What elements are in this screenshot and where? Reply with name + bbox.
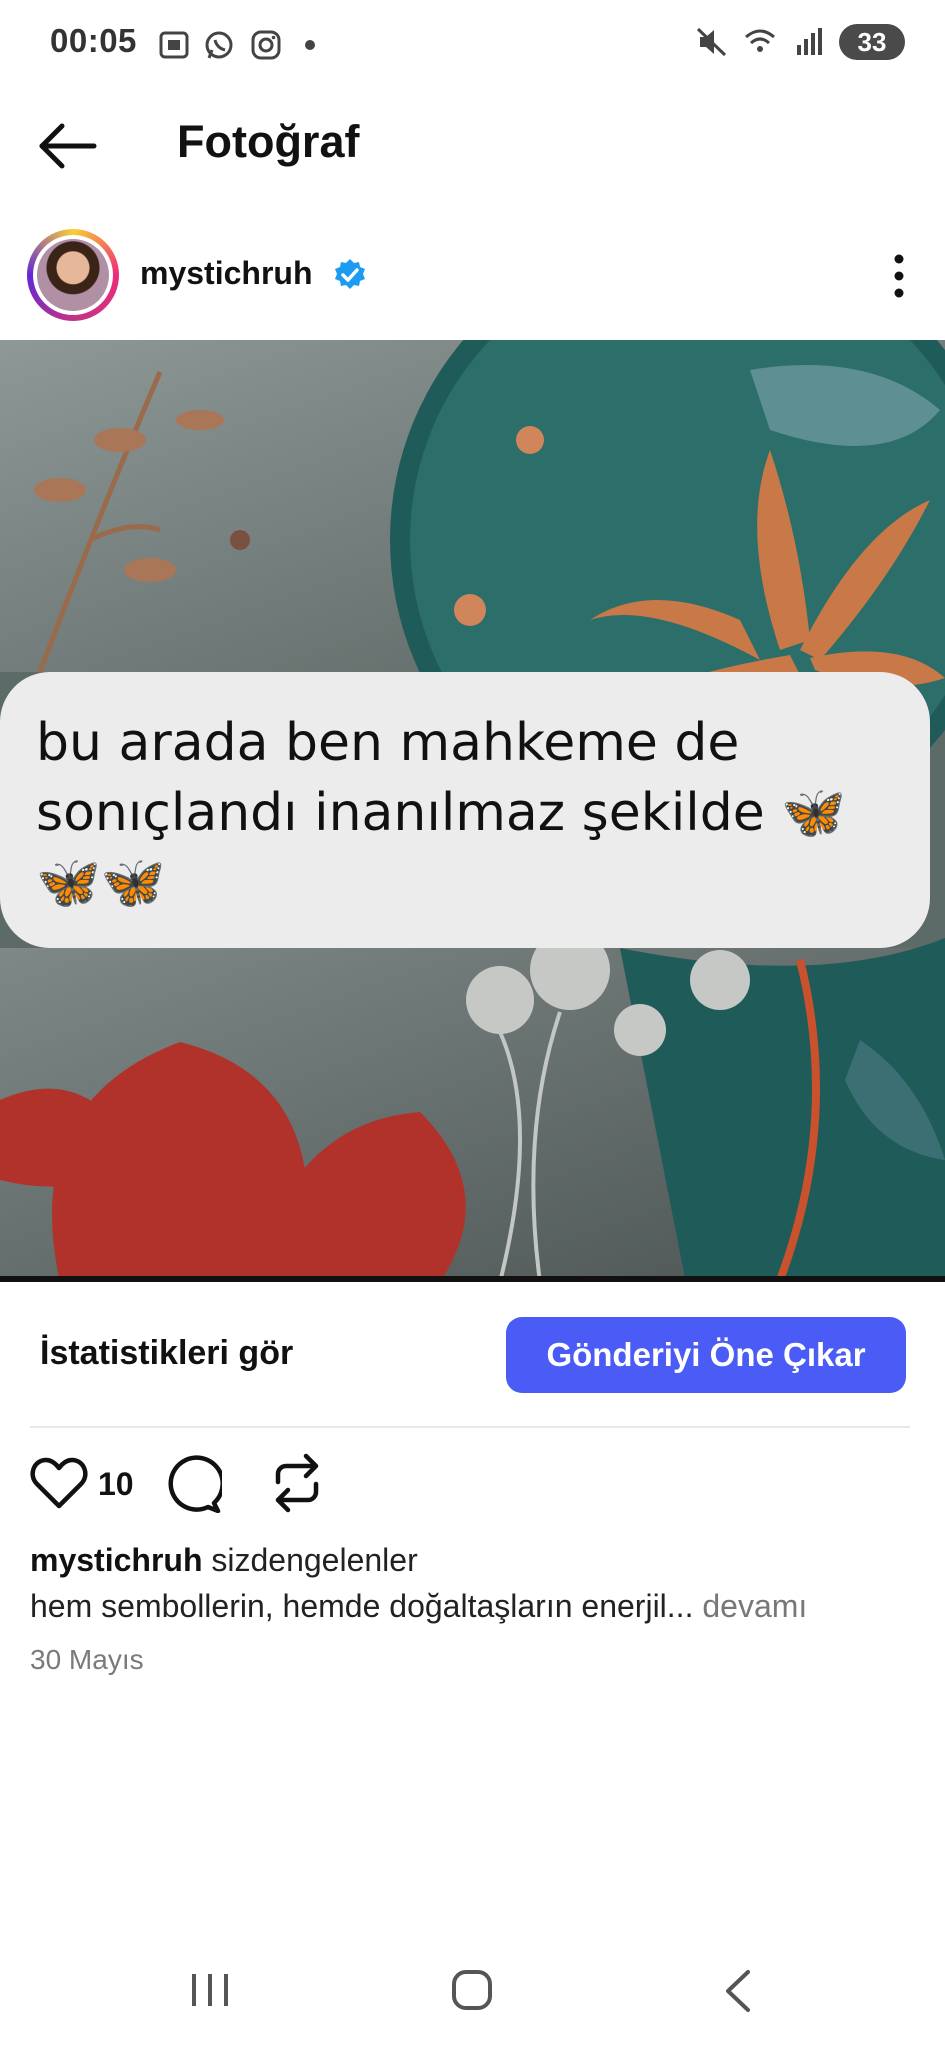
post-username[interactable]: mystichruh — [140, 255, 312, 292]
top-app-bar: Fotoğraf — [0, 100, 945, 190]
arrow-left-icon[interactable] — [36, 118, 100, 174]
instagram-icon — [251, 30, 281, 60]
home-icon[interactable] — [450, 1968, 494, 2012]
comment-icon[interactable] — [164, 1455, 222, 1513]
post-image[interactable]: bu arada ben mahkeme de sonıçlandı inanı… — [0, 340, 945, 1282]
avatar-photo — [37, 239, 109, 311]
view-insights-link[interactable]: İstatistikleri gör — [40, 1334, 293, 1373]
status-system-icons: 33 — [695, 24, 905, 60]
battery-icon: 33 — [839, 24, 905, 60]
caption-username[interactable]: mystichruh — [30, 1542, 202, 1578]
post-header: mystichruh — [0, 225, 945, 325]
caption-second-line: hem sembollerin, hemde doğaltaşların ene… — [30, 1588, 807, 1625]
caption-text: sizdengelenler — [211, 1542, 418, 1578]
post-date: 30 Mayıs — [30, 1644, 144, 1675]
divider — [30, 1426, 910, 1428]
repost-icon[interactable] — [268, 1452, 326, 1514]
caption-continuation: hem sembollerin, hemde doğaltaşların ene… — [30, 1588, 694, 1624]
screenshot-icon — [159, 31, 189, 59]
battery-level: 33 — [857, 26, 887, 57]
status-time: 00:05 — [50, 22, 137, 59]
avatar[interactable] — [27, 229, 119, 321]
back-nav-icon[interactable] — [720, 1968, 756, 2014]
dot-icon — [305, 40, 315, 50]
mute-icon — [696, 27, 727, 57]
status-bar: 00:05 33 — [0, 0, 945, 90]
more-vertical-icon[interactable] — [889, 253, 909, 299]
whatsapp-icon — [205, 31, 233, 59]
image-text-bubble: bu arada ben mahkeme de sonıçlandı inanı… — [0, 672, 930, 948]
image-text: bu arada ben mahkeme de sonıçlandı inanı… — [36, 713, 846, 913]
wifi-icon — [745, 29, 775, 52]
system-nav-bar — [0, 1950, 945, 2048]
like-count[interactable]: 10 — [98, 1466, 134, 1503]
caption-more-link[interactable]: devamı — [702, 1588, 807, 1624]
heart-icon[interactable] — [30, 1456, 88, 1510]
page-title: Fotoğraf — [177, 116, 360, 167]
boost-post-button[interactable]: Gönderiyi Öne Çıkar — [506, 1317, 906, 1393]
avatar-frame — [33, 235, 113, 315]
image-bottom-border — [0, 1276, 945, 1282]
recent-apps-icon[interactable] — [188, 1970, 232, 2010]
signal-icon — [797, 28, 822, 55]
verified-badge-icon — [335, 259, 365, 289]
caption-first-line: mystichruh sizdengelenler — [30, 1542, 418, 1579]
status-notification-icons — [157, 28, 315, 62]
